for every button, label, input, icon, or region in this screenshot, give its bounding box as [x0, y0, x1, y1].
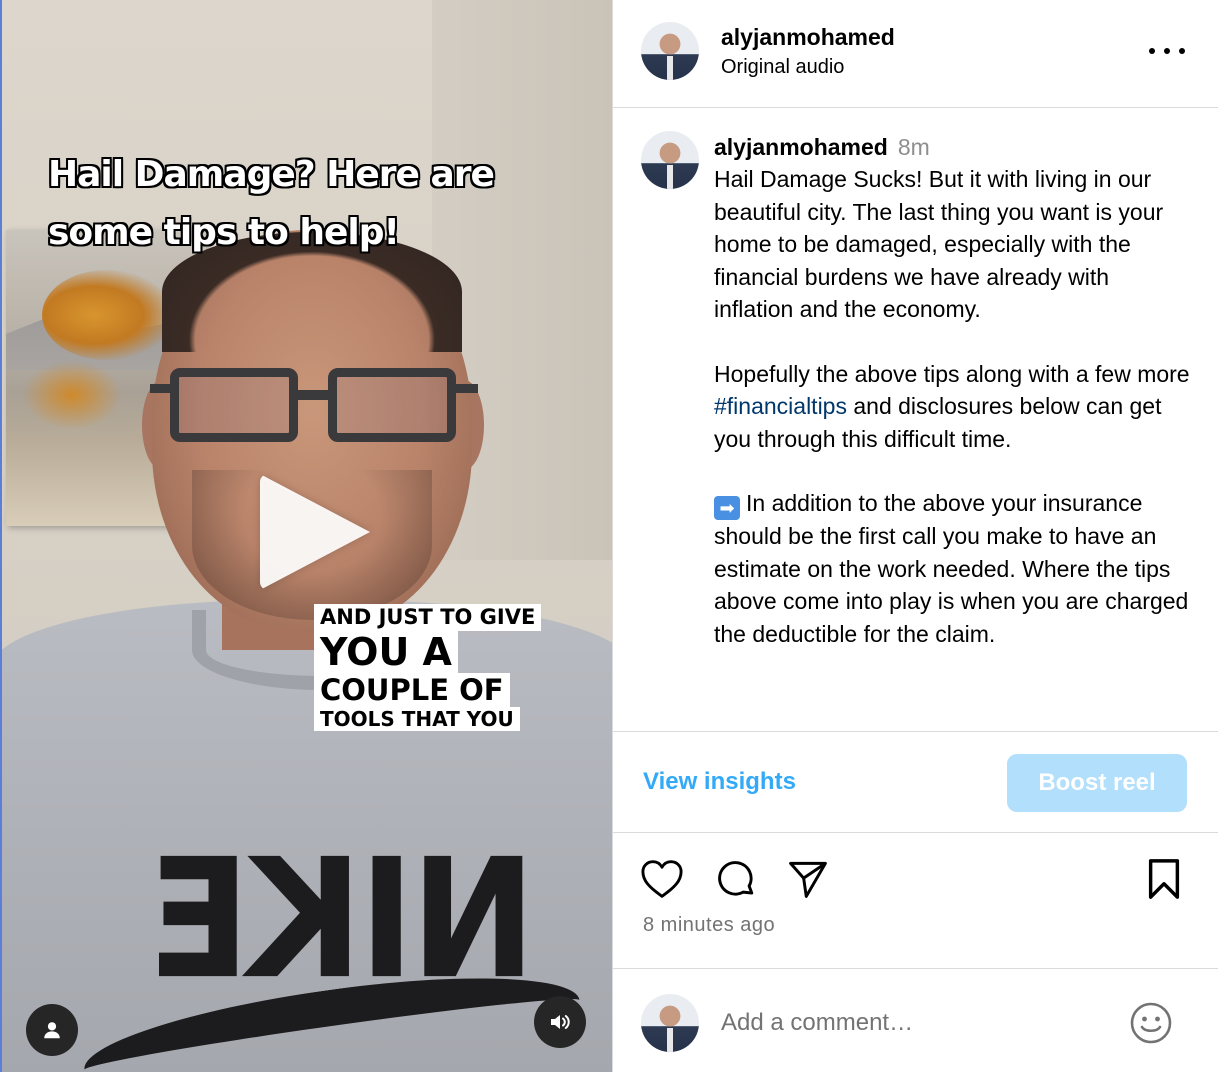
- post-timestamp: 8 minutes ago: [643, 914, 776, 936]
- post-caption-area: alyjanmohamed 8m Hail Damage Sucks! But i…: [613, 109, 1218, 731]
- view-insights-link[interactable]: View insights: [643, 768, 796, 796]
- header-username[interactable]: alyjanmohamed: [721, 24, 895, 51]
- share-button[interactable]: [785, 856, 831, 902]
- painting-tree: [42, 270, 172, 360]
- like-button[interactable]: [639, 856, 685, 902]
- caption-line-3: COUPLE OF: [314, 673, 510, 707]
- sound-toggle-button[interactable]: [534, 996, 586, 1048]
- owner-actions-bar: View insights Boost reel: [613, 731, 1218, 833]
- sound-icon: [551, 1015, 570, 1029]
- heart-icon: [641, 860, 683, 898]
- play-icon[interactable]: [260, 474, 370, 590]
- caption-paragraph-2: Hopefully the above tips along with a fe…: [714, 360, 1190, 452]
- avatar[interactable]: [641, 131, 699, 189]
- hashtag-link[interactable]: #financialtips: [714, 393, 847, 419]
- painting-tree-lower: [22, 360, 122, 430]
- caption-paragraph-1: Hail Damage Sucks! But it with living in…: [714, 166, 1164, 323]
- arrow-emoji-icon: ➡: [714, 496, 740, 521]
- post-header: alyjanmohamed Original audio: [613, 0, 1218, 108]
- comment-icon: [718, 861, 754, 896]
- share-icon: [789, 861, 827, 898]
- more-options-button[interactable]: [1149, 36, 1185, 66]
- glasses: [150, 368, 478, 448]
- caption-username[interactable]: alyjanmohamed: [714, 134, 888, 160]
- avatar: [641, 994, 699, 1052]
- emoji-icon: [1130, 1002, 1172, 1044]
- post-side-panel: alyjanmohamed Original audio alyjanmoham…: [612, 0, 1218, 1072]
- audio-link[interactable]: Original audio: [721, 56, 844, 79]
- video-overlay-title: Hail Damage? Here are some tips to help!: [48, 154, 495, 253]
- caption-line-2: YOU A: [314, 631, 458, 673]
- post-caption: alyjanmohamed 8m Hail Damage Sucks! But i…: [714, 131, 1194, 650]
- avatar[interactable]: [641, 22, 699, 80]
- boost-reel-button[interactable]: Boost reel: [1007, 754, 1187, 812]
- post-time: 8m: [897, 134, 930, 160]
- tagged-user-button[interactable]: [26, 1004, 78, 1056]
- caption-line-4: TOOLS THAT YOU: [314, 707, 520, 731]
- more-icon: [1149, 48, 1155, 54]
- comment-button[interactable]: [713, 856, 759, 902]
- comment-composer: [613, 968, 1218, 1072]
- post-action-icons: [613, 856, 1218, 906]
- comment-input[interactable]: [721, 1005, 1101, 1041]
- video-caption: AND JUST TO GIVE YOU A COUPLE OF TOOLS T…: [314, 604, 542, 731]
- save-button[interactable]: [1141, 856, 1187, 902]
- caption-line-1: AND JUST TO GIVE: [314, 604, 542, 631]
- user-icon: [44, 1022, 60, 1039]
- reel-video[interactable]: NIKE Hail Damage? Here are some tips to …: [0, 0, 612, 1072]
- emoji-picker-button[interactable]: [1129, 1001, 1173, 1045]
- bookmark-icon: [1148, 859, 1180, 899]
- caption-paragraph-3: ➡ In addition to the above your insurance…: [714, 490, 1189, 647]
